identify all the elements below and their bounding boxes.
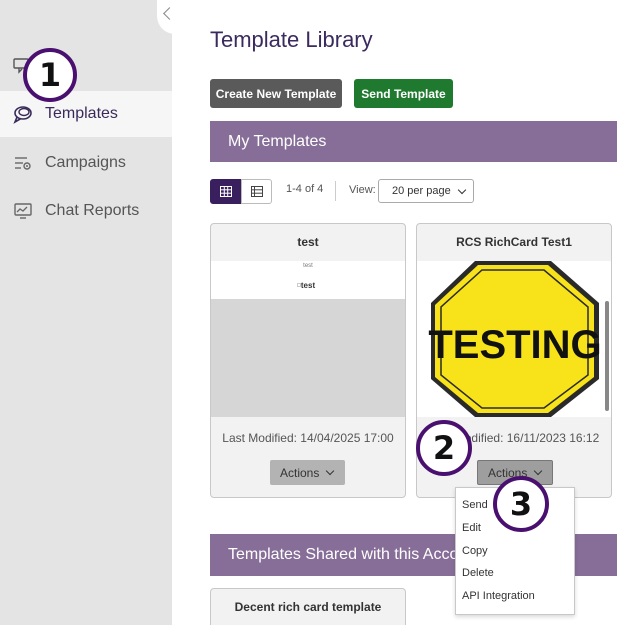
preview-caption: test — [303, 263, 313, 269]
menu-item-send[interactable]: Send — [462, 499, 488, 511]
card-preview[interactable]: TESTING — [417, 261, 611, 417]
grid-icon — [219, 186, 232, 197]
templates-icon — [12, 103, 34, 125]
callout-marker: 2 — [416, 420, 472, 476]
card-title: test — [297, 235, 319, 249]
callout-marker: 1 — [23, 48, 77, 102]
list-view-toggle[interactable] — [241, 179, 272, 204]
preview-placeholder — [211, 299, 405, 417]
view-label: View: — [349, 184, 376, 196]
preview-header: test test — [211, 261, 405, 299]
preview-text: test — [300, 281, 316, 290]
preview-scrollbar[interactable] — [605, 301, 609, 411]
sidebar-item-label: Chat Reports — [45, 202, 140, 219]
per-page-value: 20 per page — [392, 185, 451, 197]
app-root: Templates Campaigns Chat Reports Templat… — [0, 0, 617, 625]
chevron-down-icon — [457, 185, 467, 195]
menu-item-api-integration[interactable]: API Integration — [462, 590, 535, 602]
sidebar-item-label: Campaigns — [45, 154, 126, 171]
actions-label: Actions — [280, 465, 320, 480]
card-title: Decent rich card template — [234, 600, 382, 614]
card-preview[interactable]: test test — [211, 261, 405, 417]
actions-button[interactable]: Actions — [270, 460, 345, 485]
chevron-down-icon — [534, 466, 543, 475]
per-page-select[interactable]: 20 per page — [378, 179, 474, 203]
menu-item-delete[interactable]: Delete — [462, 567, 494, 579]
testing-sign-image: TESTING — [428, 261, 602, 417]
toolbar-divider — [335, 181, 336, 201]
card-modified: Last Modified: 14/04/2025 17:00 — [222, 431, 394, 445]
chevron-down-icon — [326, 466, 335, 475]
menu-item-edit[interactable]: Edit — [462, 522, 481, 534]
card-title: RCS RichCard Test1 — [456, 235, 572, 249]
chat-reports-icon — [12, 200, 34, 222]
table-icon — [250, 186, 263, 197]
results-count: 1-4 of 4 — [286, 183, 324, 195]
grid-view-toggle[interactable] — [210, 179, 241, 204]
menu-item-copy[interactable]: Copy — [462, 545, 488, 557]
template-card[interactable]: Decent rich card template — [210, 588, 406, 625]
sign-text: TESTING — [428, 323, 601, 367]
campaigns-icon — [12, 152, 34, 174]
page-title: Template Library — [210, 27, 373, 52]
my-templates-header: My Templates — [210, 121, 617, 162]
create-template-button[interactable]: Create New Template — [210, 79, 342, 108]
sidebar-item-label: Templates — [45, 105, 118, 122]
callout-marker: 3 — [493, 476, 549, 532]
template-card[interactable]: test test test Last Modified: 14/04/2025… — [210, 223, 406, 498]
sidebar-item-campaigns[interactable]: Campaigns — [0, 140, 172, 186]
sidebar-item-chat-reports[interactable]: Chat Reports — [0, 188, 172, 234]
sidebar-item-templates[interactable]: Templates — [0, 91, 172, 137]
send-template-button[interactable]: Send Template — [354, 79, 453, 108]
